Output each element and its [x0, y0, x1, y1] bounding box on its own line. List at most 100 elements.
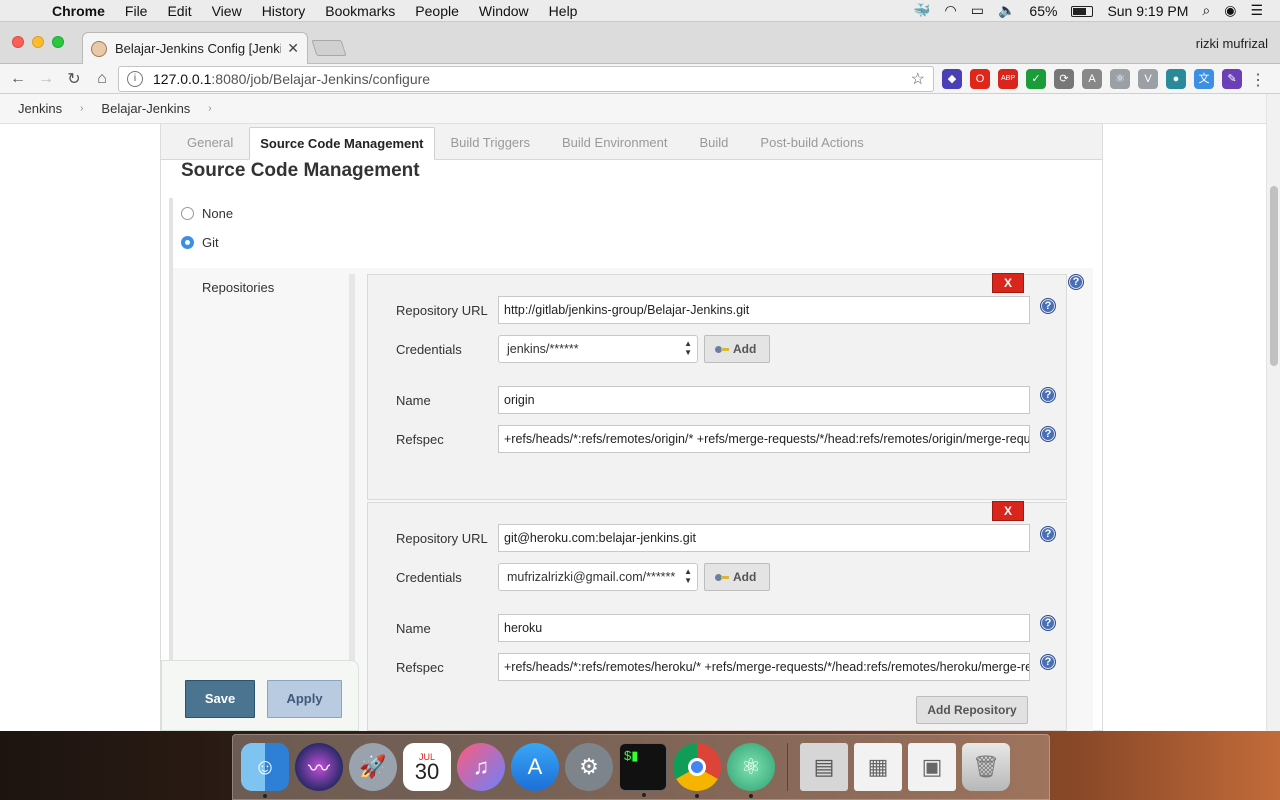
document-stack-icon[interactable]: ▦ — [854, 743, 902, 791]
bookmark-star-icon[interactable]: ☆ — [911, 69, 925, 89]
address-bar[interactable]: i 127.0.0.1 :8080/job/Belajar-Jenkins/co… — [118, 66, 934, 92]
battery-icon[interactable] — [1064, 3, 1100, 19]
breadcrumb-separator-icon[interactable]: › — [80, 103, 83, 114]
system-preferences-icon[interactable]: ⚙ — [565, 743, 613, 791]
forward-arrow-icon[interactable]: → — [32, 70, 60, 88]
dot-extension-icon[interactable]: ● — [1166, 69, 1186, 89]
name-input[interactable]: heroku — [498, 614, 1030, 642]
refspec-help-icon[interactable]: ? — [1040, 654, 1056, 670]
scm-option-git[interactable]: Git — [181, 235, 219, 250]
site-info-icon[interactable]: i — [127, 71, 143, 87]
add-repository-button[interactable]: Add Repository — [916, 696, 1028, 724]
chrome-icon[interactable] — [673, 743, 721, 798]
breadcrumb-jenkins[interactable]: Jenkins — [18, 101, 62, 116]
save-button[interactable]: Save — [185, 680, 255, 718]
pen-extension-icon[interactable]: ✎ — [1222, 69, 1242, 89]
new-tab-button[interactable] — [311, 40, 347, 56]
name-help-icon[interactable]: ? — [1040, 615, 1056, 631]
menu-app-name[interactable]: Chrome — [44, 3, 115, 19]
app-store-icon[interactable]: A — [511, 743, 559, 791]
tab-close-icon[interactable]: ✕ — [287, 40, 299, 57]
repositories-help-icon[interactable]: ? — [1068, 274, 1084, 290]
refspec-help-icon[interactable]: ? — [1040, 426, 1056, 442]
atom-icon[interactable]: ⚛ — [727, 743, 775, 798]
add-credentials-button[interactable]: Add — [704, 563, 770, 591]
layers-extension-icon[interactable]: ◆ — [942, 69, 962, 89]
menu-window[interactable]: Window — [469, 3, 539, 19]
menu-people[interactable]: People — [405, 3, 469, 19]
airplay-icon[interactable]: ▭ — [964, 2, 991, 19]
window-fullscreen-button[interactable] — [52, 36, 64, 48]
vue-extension-icon[interactable]: V — [1138, 69, 1158, 89]
launchpad-icon[interactable]: 🚀 — [349, 743, 397, 791]
finder-icon[interactable]: ☺ — [241, 743, 289, 798]
angular-extension-icon[interactable]: A — [1082, 69, 1102, 89]
react-extension-icon[interactable]: ⚛ — [1110, 69, 1130, 89]
delete-repository-button[interactable]: X — [992, 501, 1024, 521]
home-icon[interactable]: ⌂ — [88, 70, 116, 88]
window-close-button[interactable] — [12, 36, 24, 48]
credentials-select[interactable]: jenkins/****** ▲ ▼ — [498, 335, 698, 363]
breadcrumb-separator-icon[interactable]: › — [208, 103, 211, 114]
tab-post-build-actions[interactable]: Post-build Actions — [744, 129, 879, 159]
refspec-input[interactable]: +refs/heads/*:refs/remotes/origin/* +ref… — [498, 425, 1030, 453]
menu-history[interactable]: History — [252, 3, 316, 19]
check-extension-icon[interactable]: ✓ — [1026, 69, 1046, 89]
credentials-select[interactable]: mufrizalrizki@gmail.com/****** ▲ ▼ — [498, 563, 698, 591]
sync-extension-icon[interactable]: ⟳ — [1054, 69, 1074, 89]
window-minimize-button[interactable] — [32, 36, 44, 48]
apply-button[interactable]: Apply — [267, 680, 342, 718]
browser-menu-icon[interactable]: ⋮ — [1250, 70, 1266, 90]
menu-edit[interactable]: Edit — [157, 3, 201, 19]
adblock-plus-icon[interactable]: ABP — [998, 69, 1018, 89]
menu-help[interactable]: Help — [539, 3, 588, 19]
radio-none[interactable] — [181, 207, 194, 220]
page-scrollbar[interactable] — [1266, 94, 1280, 731]
docker-icon[interactable]: 🐳 — [906, 2, 937, 19]
browser-tab-active[interactable]: Belajar-Jenkins Config [Jenkins] ✕ — [82, 32, 308, 64]
menu-bookmarks[interactable]: Bookmarks — [315, 3, 405, 19]
menu-view[interactable]: View — [202, 3, 252, 19]
trash-icon[interactable]: 🗑 — [962, 743, 1010, 791]
reload-icon[interactable]: ↻ — [60, 69, 88, 89]
back-arrow-icon[interactable]: ← — [4, 70, 32, 88]
tab-build-triggers[interactable]: Build Triggers — [435, 129, 546, 159]
repo-url-help-icon[interactable]: ? — [1040, 526, 1056, 542]
terminal-icon[interactable]: $▮ — [619, 743, 667, 797]
notification-center-icon[interactable]: ☰ — [1243, 2, 1270, 19]
translate-extension-icon[interactable]: 文 — [1194, 69, 1214, 89]
profile-name[interactable]: rizki mufrizal — [1196, 36, 1268, 51]
radio-git[interactable] — [181, 236, 194, 249]
volume-icon[interactable]: 🔈 — [991, 2, 1022, 19]
name-help-icon[interactable]: ? — [1040, 387, 1056, 403]
tab-source-code-management[interactable]: Source Code Management — [249, 127, 435, 160]
tab-build-environment[interactable]: Build Environment — [546, 129, 684, 159]
refspec-input[interactable]: +refs/heads/*:refs/remotes/heroku/* +ref… — [498, 653, 1030, 681]
opera-extension-icon[interactable]: O — [970, 69, 990, 89]
credentials-row: Credentials mufrizalrizki@gmail.com/****… — [396, 563, 770, 591]
scrollbar-thumb[interactable] — [1270, 186, 1278, 366]
repo-url-input[interactable]: git@heroku.com:belajar-jenkins.git — [498, 524, 1030, 552]
siri-icon[interactable]: ◉ — [1217, 2, 1243, 19]
tab-general[interactable]: General — [171, 129, 249, 159]
siri-icon[interactable]: 〰 — [295, 743, 343, 791]
name-input[interactable]: origin — [498, 386, 1030, 414]
delete-repository-button[interactable]: X — [992, 273, 1024, 293]
radio-none-label: None — [202, 206, 234, 221]
repo-url-input[interactable]: http://gitlab/jenkins-group/Belajar-Jenk… — [498, 296, 1030, 324]
battery-percent[interactable]: 65% — [1022, 3, 1064, 19]
scm-option-none[interactable]: None — [181, 206, 233, 221]
add-credentials-button[interactable]: Add — [704, 335, 770, 363]
refspec-label: Refspec — [396, 659, 444, 675]
tab-build[interactable]: Build — [684, 129, 745, 159]
repo-url-help-icon[interactable]: ? — [1040, 298, 1056, 314]
screenshot-stack-icon[interactable]: ▣ — [908, 743, 956, 791]
calendar-icon[interactable]: JUL 30 — [403, 743, 451, 791]
spotlight-search-icon[interactable]: ⌕ — [1195, 2, 1217, 19]
downloads-stack-icon[interactable]: ▤ — [800, 743, 848, 791]
menu-file[interactable]: File — [115, 3, 158, 19]
wifi-icon[interactable]: ◠ — [938, 2, 964, 19]
breadcrumb-job[interactable]: Belajar-Jenkins — [101, 101, 190, 116]
clock[interactable]: Sun 9:19 PM — [1100, 3, 1195, 19]
itunes-icon[interactable]: ♫ — [457, 743, 505, 791]
